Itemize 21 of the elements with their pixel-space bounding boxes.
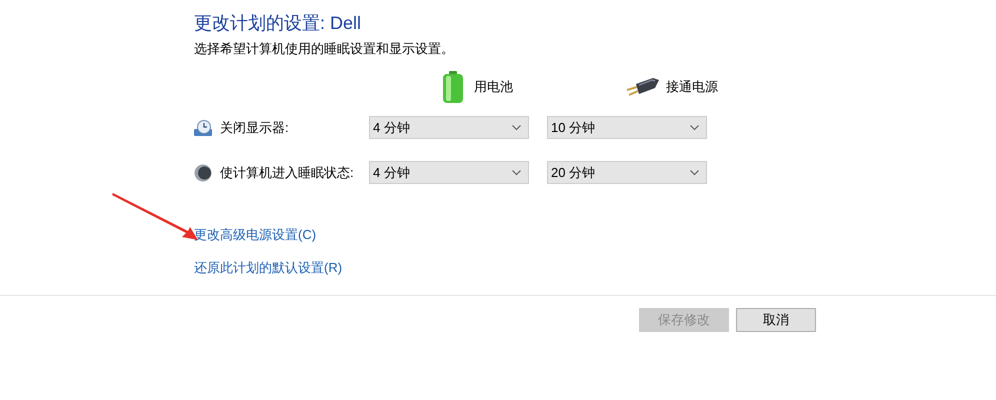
column-header: 用电池 xyxy=(474,78,513,96)
dropdown[interactable]: 4 分钟 xyxy=(369,116,529,139)
setting-label: 关闭显示器: xyxy=(220,118,289,137)
chevron-down-icon xyxy=(690,170,699,176)
battery-icon xyxy=(442,71,464,103)
chevron-down-icon xyxy=(512,170,521,176)
page-title: 更改计划的设置: Dell xyxy=(194,12,362,35)
column-header: 接通电源 xyxy=(666,78,718,96)
clock-monitor-icon xyxy=(194,120,212,136)
chevron-down-icon xyxy=(690,124,699,130)
dropdown[interactable]: 4 分钟 xyxy=(369,161,529,184)
plug-icon xyxy=(625,76,661,98)
dropdown[interactable]: 10 分钟 xyxy=(547,116,707,139)
cancel-button[interactable]: 取消 xyxy=(736,308,816,332)
moon-icon xyxy=(194,164,212,182)
description: 选择希望计算机使用的睡眠设置和显示设置。 xyxy=(194,40,455,58)
setting-label: 使计算机进入睡眠状态: xyxy=(220,164,354,182)
link[interactable]: 还原此计划的默认设置(R) xyxy=(194,258,342,277)
link[interactable]: 更改高级电源设置(C) xyxy=(194,225,316,244)
chevron-down-icon xyxy=(512,124,521,130)
dropdown[interactable]: 20 分钟 xyxy=(547,161,707,184)
